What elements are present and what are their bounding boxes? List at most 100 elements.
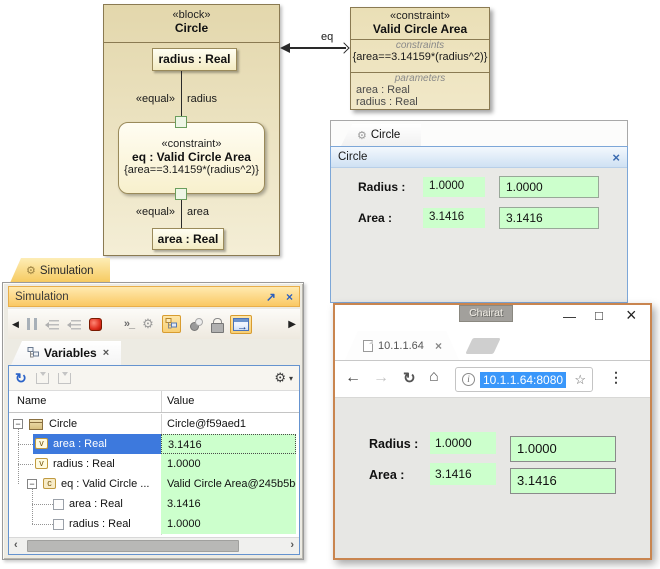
constraint-block-valid-circle-area[interactable]: «constraint» Valid Circle Area constrain… <box>350 7 490 110</box>
tab-circle[interactable]: ⚙ Circle <box>341 124 421 146</box>
table-row-eq-area[interactable]: area : Real 3.1416 <box>9 494 299 514</box>
lock-icon[interactable] <box>211 318 222 331</box>
options-dropdown-icon[interactable]: ▾ <box>289 374 293 383</box>
step-into-icon[interactable] <box>45 319 59 330</box>
step-over-icon[interactable] <box>67 319 81 330</box>
part-area[interactable]: area : Real <box>152 228 224 250</box>
table-row-area[interactable]: v area : Real 3.1416 <box>9 434 299 454</box>
connector-radius-binding <box>181 71 182 116</box>
browser-tab[interactable]: 10.1.1.64 × <box>345 331 459 360</box>
url-text[interactable]: 10.1.1.64:8080 <box>480 372 566 388</box>
scroll-right-icon[interactable]: › <box>290 539 294 551</box>
maximize-icon[interactable]: □ <box>595 308 603 323</box>
float-window-icon[interactable]: ↗ <box>266 290 276 304</box>
tab-variables-label: Variables <box>44 346 97 360</box>
row-name: radius : Real <box>53 458 115 470</box>
row-value[interactable]: 3.1416 <box>161 434 296 454</box>
desktop: «block» Circle radius : Real «equal» rad… <box>0 0 660 569</box>
close-icon[interactable]: × <box>103 347 109 359</box>
info-icon[interactable]: i <box>462 373 475 386</box>
variables-pane-toggle[interactable] <box>162 315 181 333</box>
part-radius[interactable]: radius : Real <box>152 48 237 71</box>
back-icon[interactable]: ← <box>345 369 361 387</box>
row-value[interactable]: Valid Circle Area@245b5bc <box>161 474 296 494</box>
pause-icon[interactable] <box>27 318 37 330</box>
edge-eq-source-arrowhead-icon <box>280 43 290 53</box>
area-input-field[interactable]: 3.1416 <box>499 207 599 229</box>
radius-input-field[interactable]: 1.0000 <box>510 436 616 462</box>
breakpoints-icon[interactable] <box>189 318 203 331</box>
radius-input-field[interactable]: 1.0000 <box>499 176 599 198</box>
table-row-circle[interactable]: − Circle Circle@f59aed1 <box>9 414 299 434</box>
connector-area-binding <box>181 200 182 228</box>
import-icon[interactable] <box>58 373 71 384</box>
simulation-toolbar: ◀ »_ ⚙ → ▶ <box>8 309 300 339</box>
open-ui-window-toggle[interactable]: → <box>230 315 252 334</box>
radius-display-field: 1.0000 <box>430 432 496 454</box>
row-value[interactable]: 1.0000 <box>161 514 296 534</box>
tab-variables[interactable]: Variables × <box>11 341 121 365</box>
options-gear-icon[interactable]: ⚙ <box>274 370 286 386</box>
constraint-property-stereotype: «constraint» <box>119 138 264 150</box>
parameters-compartment-label: parameters <box>351 73 489 84</box>
row-name: area : Real <box>53 438 107 450</box>
window-arrow-icon: → <box>237 322 248 333</box>
pin-label-area: area <box>187 206 209 218</box>
home-icon[interactable]: ⌂ <box>429 368 439 386</box>
simulation-title: Simulation <box>15 291 69 303</box>
variables-pane: ↻ ⚙ ▾ Name Value <box>8 365 300 555</box>
bookmark-star-icon[interactable]: ☆ <box>574 372 586 388</box>
browser-content: Radius : 1.0000 1.0000 Area : 3.1416 3.1… <box>335 397 650 558</box>
variables-toolbar: ↻ ⚙ ▾ <box>9 366 299 391</box>
reload-icon[interactable]: ↻ <box>403 369 416 387</box>
tab-simulation[interactable]: ⚙ Simulation <box>10 258 110 283</box>
row-name: area : Real <box>69 498 123 510</box>
scrollbar-thumb[interactable] <box>27 540 239 552</box>
refresh-icon[interactable]: ↻ <box>15 371 27 385</box>
new-tab-button[interactable] <box>465 338 500 354</box>
simulation-titlebar: Simulation ↗ × <box>8 286 300 307</box>
table-row-radius[interactable]: v radius : Real 1.0000 <box>9 454 299 474</box>
row-value[interactable]: Circle@f59aed1 <box>161 414 296 434</box>
forward-icon[interactable]: → <box>373 369 389 387</box>
table-row-eq-radius[interactable]: radius : Real 1.0000 <box>9 514 299 534</box>
scroll-left-icon[interactable]: ‹ <box>14 539 18 551</box>
simulation-icon: ⚙ <box>26 264 36 277</box>
horizontal-scrollbar[interactable]: ‹ › <box>9 537 299 554</box>
toolbar-scroll-right-icon[interactable]: ▶ <box>288 319 296 330</box>
row-value[interactable]: 3.1416 <box>161 494 296 514</box>
variables-tree-icon <box>27 347 40 359</box>
collapse-icon[interactable]: − <box>27 479 37 489</box>
tab-simulation-label: Simulation <box>40 265 94 277</box>
simulation-config-icon: ⚙ <box>357 129 367 142</box>
menu-icon[interactable]: ⋮ <box>609 369 623 386</box>
constraint-block-header: «constraint» Valid Circle Area <box>351 8 489 39</box>
export-icon[interactable] <box>36 373 49 384</box>
animation-options-icon[interactable]: ⚙ <box>142 316 154 332</box>
console-icon[interactable]: »_ <box>124 318 134 330</box>
constraint-property-eq[interactable]: «constraint» eq : Valid Circle Area {are… <box>118 122 265 194</box>
tab-close-icon[interactable]: × <box>435 339 442 353</box>
pin-label-radius: radius <box>187 93 217 105</box>
close-icon[interactable]: × <box>626 305 637 326</box>
area-input-field[interactable]: 3.1416 <box>510 468 616 494</box>
close-icon[interactable]: × <box>286 290 293 304</box>
address-bar[interactable]: i 10.1.1.64:8080 ☆ <box>455 367 593 392</box>
edge-eq-label: eq <box>321 31 333 43</box>
stop-icon[interactable] <box>89 318 102 331</box>
parameter-port-area[interactable] <box>175 188 187 200</box>
row-value[interactable]: 1.0000 <box>161 454 296 474</box>
value-property-icon: v <box>35 438 48 449</box>
row-name: eq : Valid Circle ... <box>61 478 149 490</box>
toolbar-scroll-left-icon[interactable]: ◀ <box>12 319 19 330</box>
parameter-port-radius[interactable] <box>175 116 187 128</box>
radius-display-field: 1.0000 <box>423 177 485 197</box>
constraints-compartment-label: constraints <box>351 40 489 51</box>
block-icon <box>29 419 43 430</box>
column-divider[interactable] <box>161 391 162 412</box>
close-icon[interactable]: × <box>612 151 620 164</box>
minimize-icon[interactable]: — <box>563 309 576 324</box>
collapse-icon[interactable]: − <box>13 419 23 429</box>
radius-label: Radius : <box>369 437 418 451</box>
table-row-eq[interactable]: − c eq : Valid Circle ... Valid Circle A… <box>9 474 299 494</box>
